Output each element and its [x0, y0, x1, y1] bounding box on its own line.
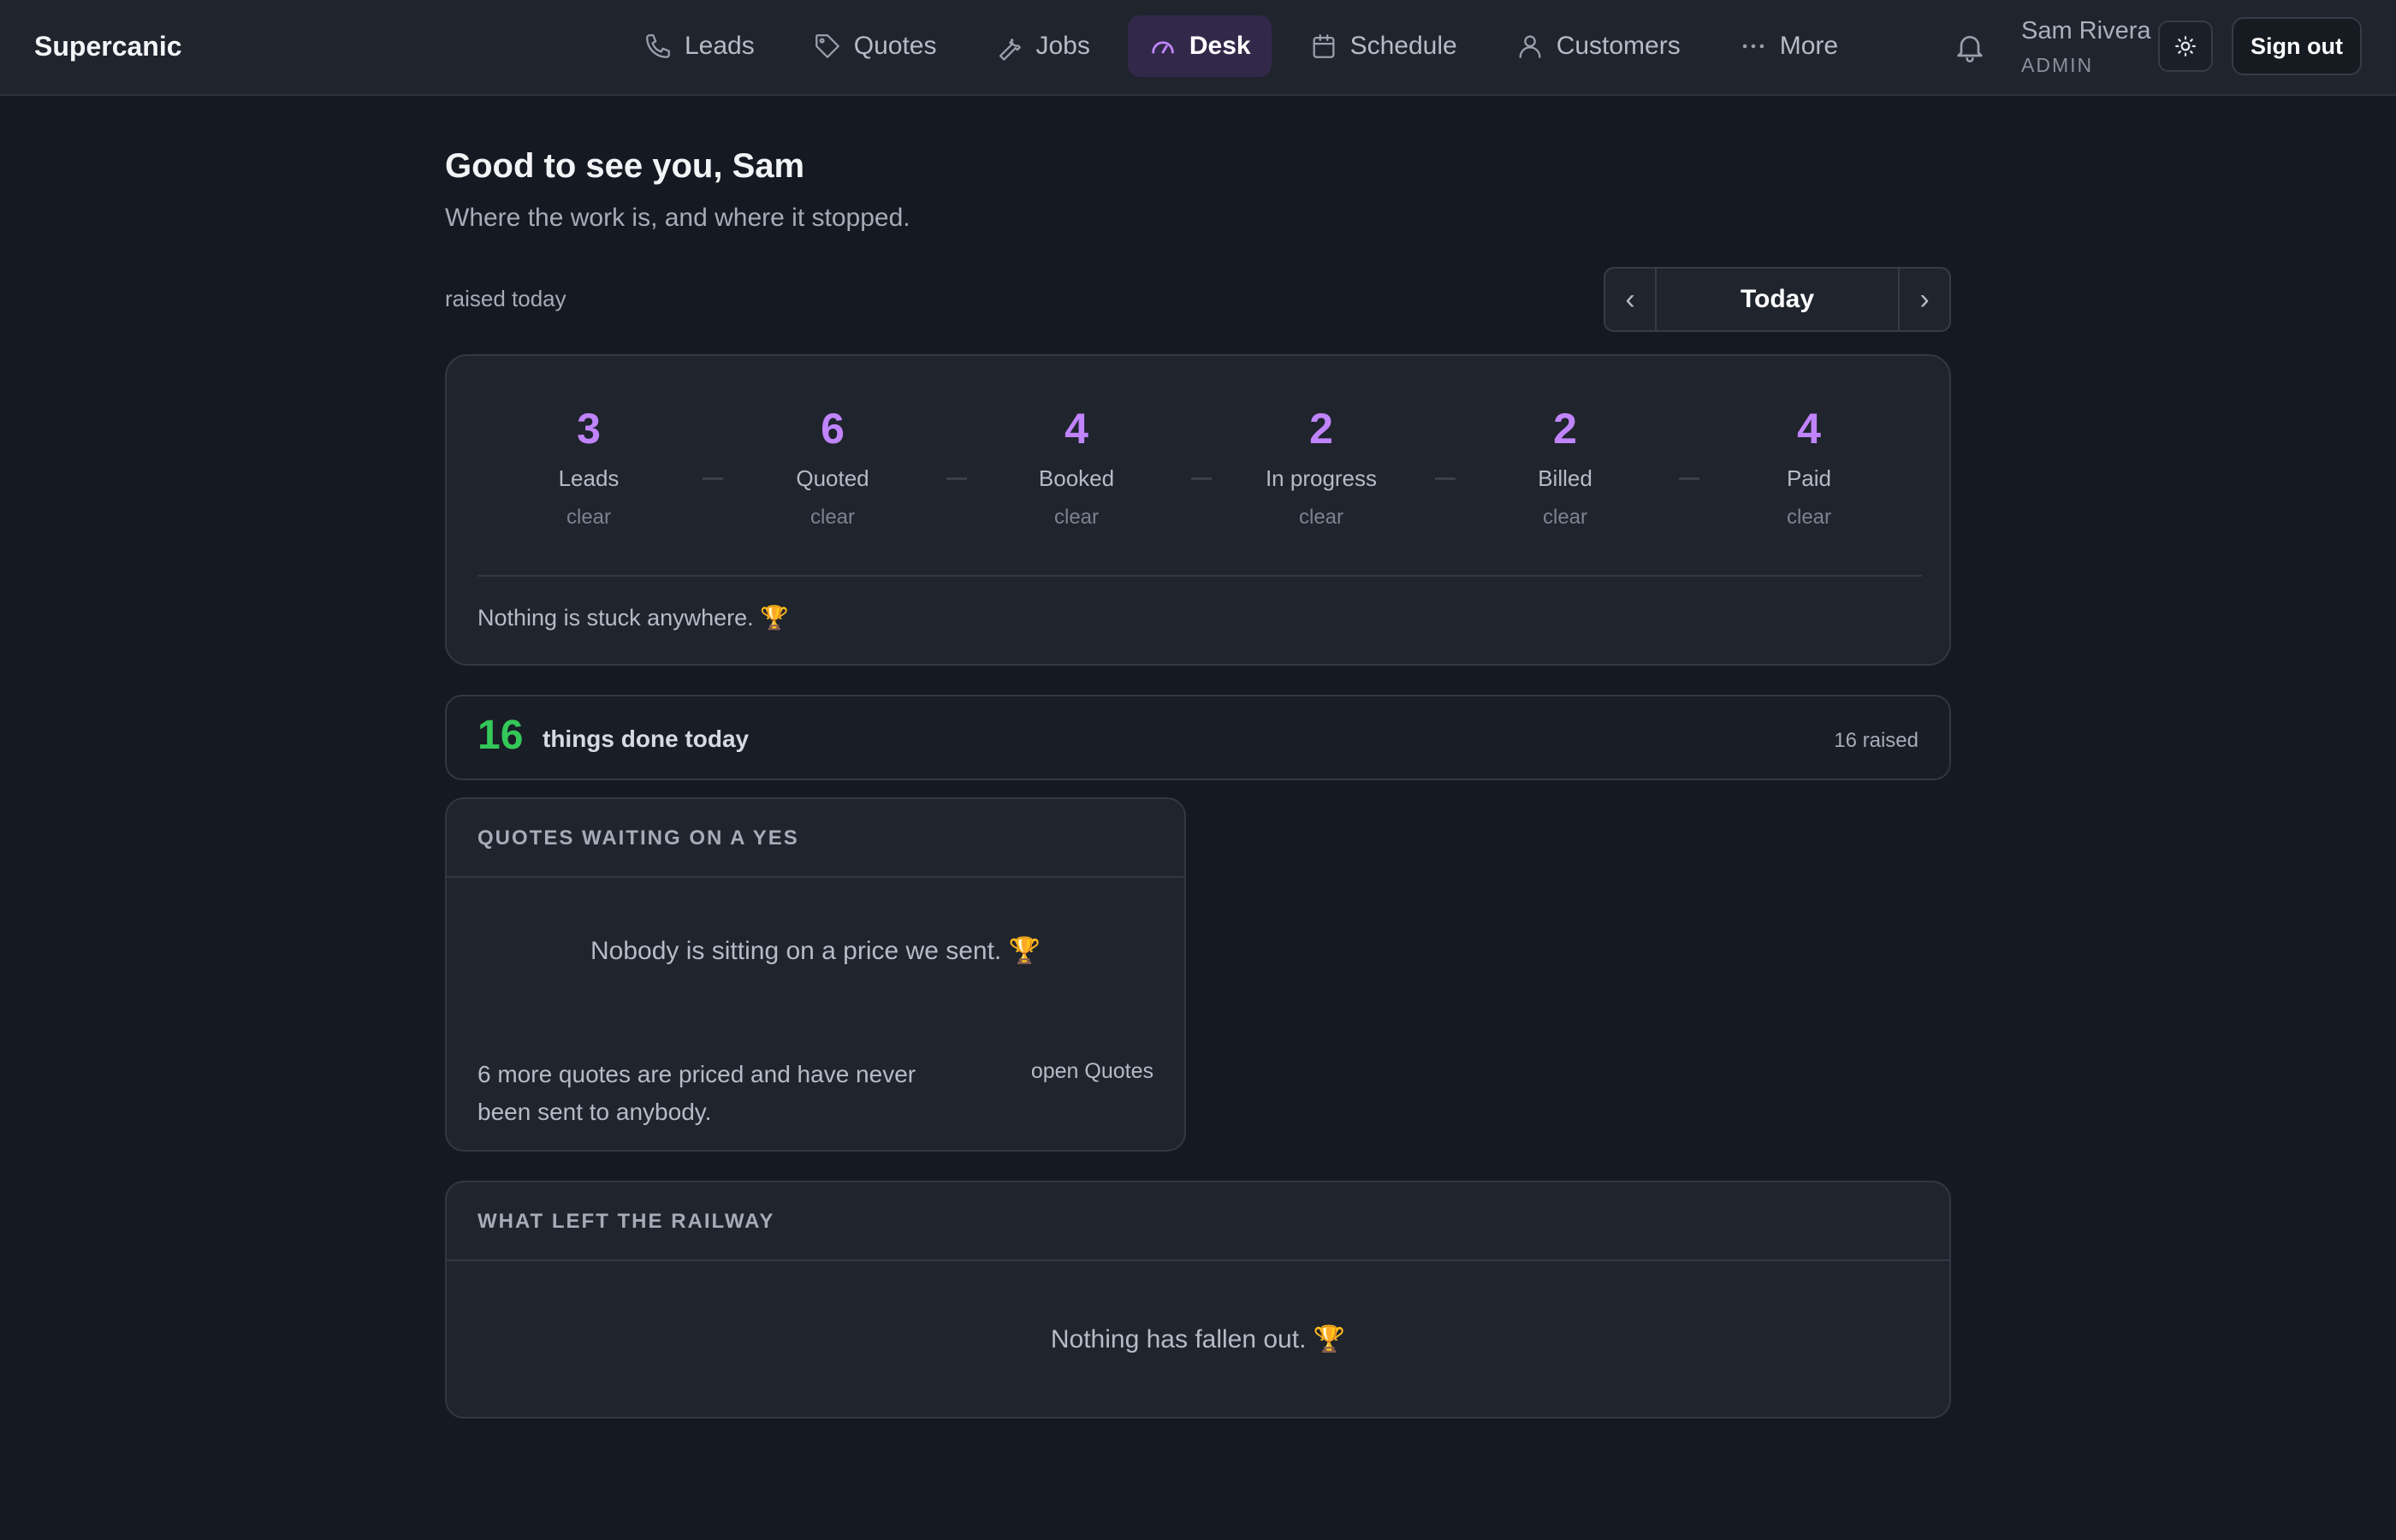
date-label[interactable]: Today [1655, 269, 1900, 330]
stage-quoted[interactable]: 6 Quoted clear [747, 407, 918, 530]
section-title: WHAT LEFT THE RAILWAY [447, 1182, 1949, 1261]
nav-more[interactable]: More [1718, 15, 1859, 77]
more-dots-icon [1742, 44, 1764, 49]
stage-connector [1435, 477, 1456, 480]
date-navigator: ‹ Today › [1604, 267, 1951, 332]
done-label: things done today [543, 726, 750, 752]
theme-toggle-button[interactable] [2158, 21, 2213, 72]
stage-paid[interactable]: 4 Paid clear [1723, 407, 1895, 530]
stage-count: 4 [1797, 405, 1821, 453]
stage-connector [1679, 477, 1699, 480]
user-name: Sam Rivera [2021, 17, 2151, 44]
nav-quotes[interactable]: Quotes [792, 15, 958, 77]
empty-state: Nothing has fallen out. 🏆 [447, 1324, 1949, 1354]
gauge-icon [1152, 41, 1174, 54]
top-navigation-bar: Supercanic Leads Quotes Jobs Desk Schedu… [0, 0, 2396, 96]
divider [477, 575, 1922, 577]
pipeline-footer: Nothing is stuck anywhere. 🏆 [477, 604, 789, 631]
stage-name: Quoted [796, 465, 869, 491]
user-role: ADMIN [2021, 54, 2094, 76]
trophy-icon: 🏆 [1008, 936, 1041, 966]
raised-filter-label: raised today [445, 286, 566, 311]
done-today-card: 16 things done today 16 raised [445, 695, 1951, 780]
unsent-quotes-note: 6 more quotes are priced and have never … [477, 1061, 916, 1125]
nav-schedule-label: Schedule [1349, 32, 1457, 60]
brand-logo[interactable]: Supercanic [34, 31, 182, 62]
nav-quotes-label: Quotes [853, 32, 937, 60]
stage-count: 3 [577, 405, 601, 453]
trophy-icon: 🏆 [1313, 1324, 1346, 1354]
stage-status: clear [1786, 506, 1832, 529]
nav-schedule[interactable]: Schedule [1289, 15, 1478, 77]
calendar-icon [1313, 34, 1335, 58]
stage-name: Leads [558, 465, 620, 491]
section-title: QUOTES WAITING ON A YES [447, 799, 1184, 878]
nav-leads-label: Leads [685, 32, 755, 60]
nav-customers-label: Customers [1556, 32, 1681, 60]
page-subtitle: Where the work is, and where it stopped. [445, 204, 910, 232]
bell-icon[interactable] [1953, 29, 1987, 65]
stage-connector [703, 477, 723, 480]
pipeline-footer-text: Nothing is stuck anywhere. [477, 605, 754, 631]
done-count: 16 [477, 713, 524, 758]
stage-count: 4 [1065, 405, 1088, 453]
stage-billed[interactable]: 2 Billed clear [1480, 407, 1651, 530]
nav-desk-label: Desk [1189, 32, 1251, 60]
pipeline-stages: 3 Leads clear 6 Quoted clear 4 Booked cl… [477, 407, 1922, 530]
nav-more-label: More [1779, 32, 1839, 60]
left-railway-card: WHAT LEFT THE RAILWAY Nothing has fallen… [445, 1181, 1951, 1419]
quotes-waiting-card: QUOTES WAITING ON A YES Nobody is sittin… [445, 797, 1186, 1152]
trophy-icon: 🏆 [760, 605, 789, 631]
stage-count: 2 [1553, 405, 1577, 453]
stage-name: Booked [1038, 465, 1115, 491]
sign-out-button[interactable]: Sign out [2232, 17, 2362, 75]
stage-leads[interactable]: 3 Leads clear [503, 407, 674, 530]
stage-count: 6 [821, 405, 845, 453]
pipeline-card: 3 Leads clear 6 Quoted clear 4 Booked cl… [445, 354, 1951, 666]
sun-icon [2175, 36, 2196, 56]
stage-status: clear [1298, 506, 1344, 529]
stage-booked[interactable]: 4 Booked clear [991, 407, 1162, 530]
user-icon [1519, 35, 1541, 58]
page-title: Good to see you, Sam [445, 147, 805, 185]
open-quotes-link[interactable]: open Quotes [1031, 1059, 1154, 1084]
stage-count: 2 [1309, 405, 1333, 453]
stage-name: Paid [1786, 465, 1832, 491]
empty-state: Nobody is sitting on a price we sent. 🏆 [447, 936, 1184, 966]
nav-leads[interactable]: Leads [623, 15, 775, 77]
raised-count: 16 raised [1834, 729, 1919, 752]
empty-state-text: Nothing has fallen out. [1050, 1325, 1307, 1353]
nav-desk[interactable]: Desk [1127, 15, 1272, 77]
stage-connector [946, 477, 967, 480]
stage-status: clear [566, 506, 612, 529]
chevron-right-icon: › [1919, 282, 1930, 316]
stage-connector [1191, 477, 1212, 480]
previous-day-button[interactable]: ‹ [1605, 269, 1655, 330]
stage-in-progress[interactable]: 2 In progress clear [1236, 407, 1407, 530]
nav-jobs-label: Jobs [1035, 32, 1090, 60]
phone-icon [646, 34, 670, 58]
nav-customers[interactable]: Customers [1495, 15, 1701, 77]
stage-status: clear [810, 506, 856, 529]
stage-name: Billed [1538, 465, 1592, 491]
wrench-icon [999, 38, 1022, 61]
stage-name: In progress [1265, 465, 1378, 491]
main-nav: Leads Quotes Jobs Desk Schedule Customer… [623, 15, 1859, 77]
chevron-left-icon: ‹ [1625, 282, 1635, 316]
nav-jobs[interactable]: Jobs [974, 15, 1110, 77]
user-info[interactable]: Sam Rivera ADMIN [2021, 17, 2151, 77]
tag-icon [815, 34, 839, 58]
stage-status: clear [1542, 506, 1588, 529]
empty-state-text: Nobody is sitting on a price we sent. [590, 937, 1002, 965]
stage-status: clear [1053, 506, 1100, 529]
next-day-button[interactable]: › [1900, 269, 1949, 330]
